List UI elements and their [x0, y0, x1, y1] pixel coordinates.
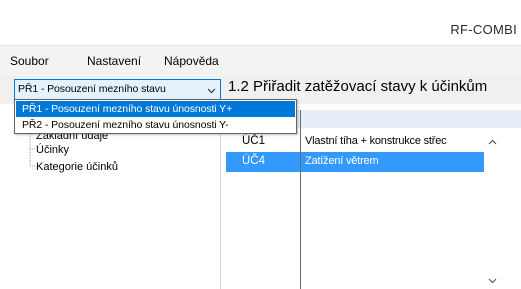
- page-heading: 1.2 Přiřadit zatěžovací stavy k účinkům: [228, 78, 488, 95]
- menu-bar: Soubor Nastavení Nápověda: [0, 46, 521, 76]
- row-code: ÚČ4: [242, 155, 266, 167]
- chevron-down-icon: [207, 88, 216, 94]
- row-name: Vlastní tíha + konstrukce střec: [305, 135, 447, 147]
- window-title: RF-COMBI: [450, 22, 517, 37]
- dropdown-option-pr1[interactable]: PŘ1 - Posouzení mezního stavu únosnosti …: [16, 101, 295, 117]
- scroll-up-arrow-icon[interactable]: [488, 138, 497, 147]
- table-row[interactable]: ÚČ1 Vlastní tíha + konstrukce střec: [226, 132, 484, 152]
- row-name: Zatížení větrem: [305, 155, 379, 167]
- dropdown-option-pr2[interactable]: PŘ2 - Posouzení mezního stavu únosnosti …: [16, 117, 295, 133]
- scroll-down-arrow-icon[interactable]: [488, 276, 497, 285]
- design-situation-combo[interactable]: PŘ1 - Posouzení mezního stavu: [14, 79, 221, 100]
- menu-napoveda[interactable]: Nápověda: [164, 54, 219, 68]
- menu-soubor[interactable]: Soubor: [10, 54, 49, 68]
- design-situation-dropdown-list: PŘ1 - Posouzení mezního stavu únosnosti …: [14, 99, 297, 134]
- table-row[interactable]: ÚČ4 Zatížení větrem: [226, 152, 484, 172]
- title-bar: RF-COMBI: [0, 0, 521, 46]
- combo-value: PŘ1 - Posouzení mezního stavu: [18, 83, 166, 95]
- column-divider: [300, 110, 301, 289]
- vertical-scrollbar[interactable]: [484, 128, 501, 289]
- menu-nastaveni[interactable]: Nastavení: [87, 54, 141, 68]
- row-code: ÚČ1: [242, 135, 266, 147]
- tree-item-kategorie-ucinku[interactable]: Kategorie účinků: [36, 161, 118, 173]
- tree-item-ucinky[interactable]: Účinky: [36, 144, 69, 156]
